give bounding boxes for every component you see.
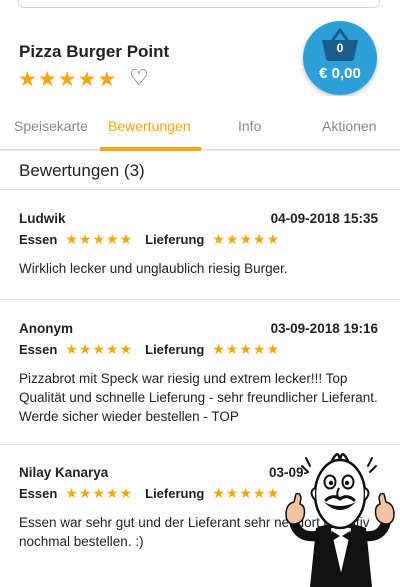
star-icon: ★ <box>18 66 37 91</box>
heart-outline-icon[interactable]: ♡ <box>129 68 149 90</box>
star-icon: ★ <box>57 66 77 91</box>
cart-button[interactable]: 0 € 0,00 <box>303 21 377 95</box>
rating-stars: ★ ★ ★ ★ ★ <box>18 66 117 91</box>
star-icon: ★ <box>97 66 117 91</box>
delivery-stars: ★ ★ ★ ★ ★ <box>212 485 280 502</box>
review-ratings: Essen ★ ★ ★ ★ ★ Lieferung ★ ★ ★ ★ ★ <box>19 342 292 357</box>
cart-count: 0 <box>336 41 344 55</box>
review-text: Pizzabrot mit Speck war riesig und extre… <box>19 371 378 424</box>
delivery-stars: ★ ★ ★ ★ ★ <box>212 341 280 358</box>
food-label: Essen <box>19 342 58 357</box>
tab-bar: Speisekarte Bewertungen Info Aktionen <box>0 96 400 151</box>
delivery-stars: ★ ★ ★ ★ ★ <box>212 231 280 248</box>
food-stars: ★ ★ ★ ★ ★ <box>65 231 133 248</box>
review-ratings: Essen ★ ★ ★ ★ ★ Lieferung ★ ★ ★ ★ ★ <box>19 486 292 501</box>
reviewer-name: Nilay Kanarya <box>19 465 109 480</box>
star-icon: ★ <box>37 66 57 91</box>
review-ratings: Essen ★ ★ ★ ★ ★ Lieferung ★ ★ ★ ★ ★ <box>19 232 292 247</box>
food-stars: ★ ★ ★ ★ ★ <box>65 485 133 502</box>
search-box[interactable] <box>18 0 380 8</box>
waiter-thumbs-up-icon <box>280 436 400 587</box>
reviewer-name: Ludwik <box>19 211 66 226</box>
divider <box>0 189 400 190</box>
review-date: 03-09-2018 19:16 <box>270 321 378 336</box>
review-text: Wirklich lecker und unglaublich riesig B… <box>19 261 288 276</box>
food-stars: ★ ★ ★ ★ ★ <box>65 341 133 358</box>
divider <box>0 299 400 300</box>
reviews-heading: Bewertungen (3) <box>19 161 145 180</box>
delivery-label: Lieferung <box>145 486 205 501</box>
tab-aktionen[interactable]: Aktionen <box>322 118 376 134</box>
restaurant-name: Pizza Burger Point <box>19 42 170 61</box>
star-icon: ★ <box>77 66 97 91</box>
delivery-label: Lieferung <box>145 342 205 357</box>
tab-info[interactable]: Info <box>238 118 261 134</box>
restaurant-rating: ★ ★ ★ ★ ★ ♡ <box>18 68 149 90</box>
tab-speisekarte[interactable]: Speisekarte <box>14 118 88 134</box>
cart-total: € 0,00 <box>319 65 361 82</box>
review-date: 04-09-2018 15:35 <box>270 211 378 226</box>
food-label: Essen <box>19 486 58 501</box>
reviewer-name: Anonym <box>19 321 73 336</box>
top-bar <box>0 0 400 14</box>
delivery-label: Lieferung <box>145 232 205 247</box>
tab-bewertungen[interactable]: Bewertungen <box>108 118 191 134</box>
food-label: Essen <box>19 232 58 247</box>
